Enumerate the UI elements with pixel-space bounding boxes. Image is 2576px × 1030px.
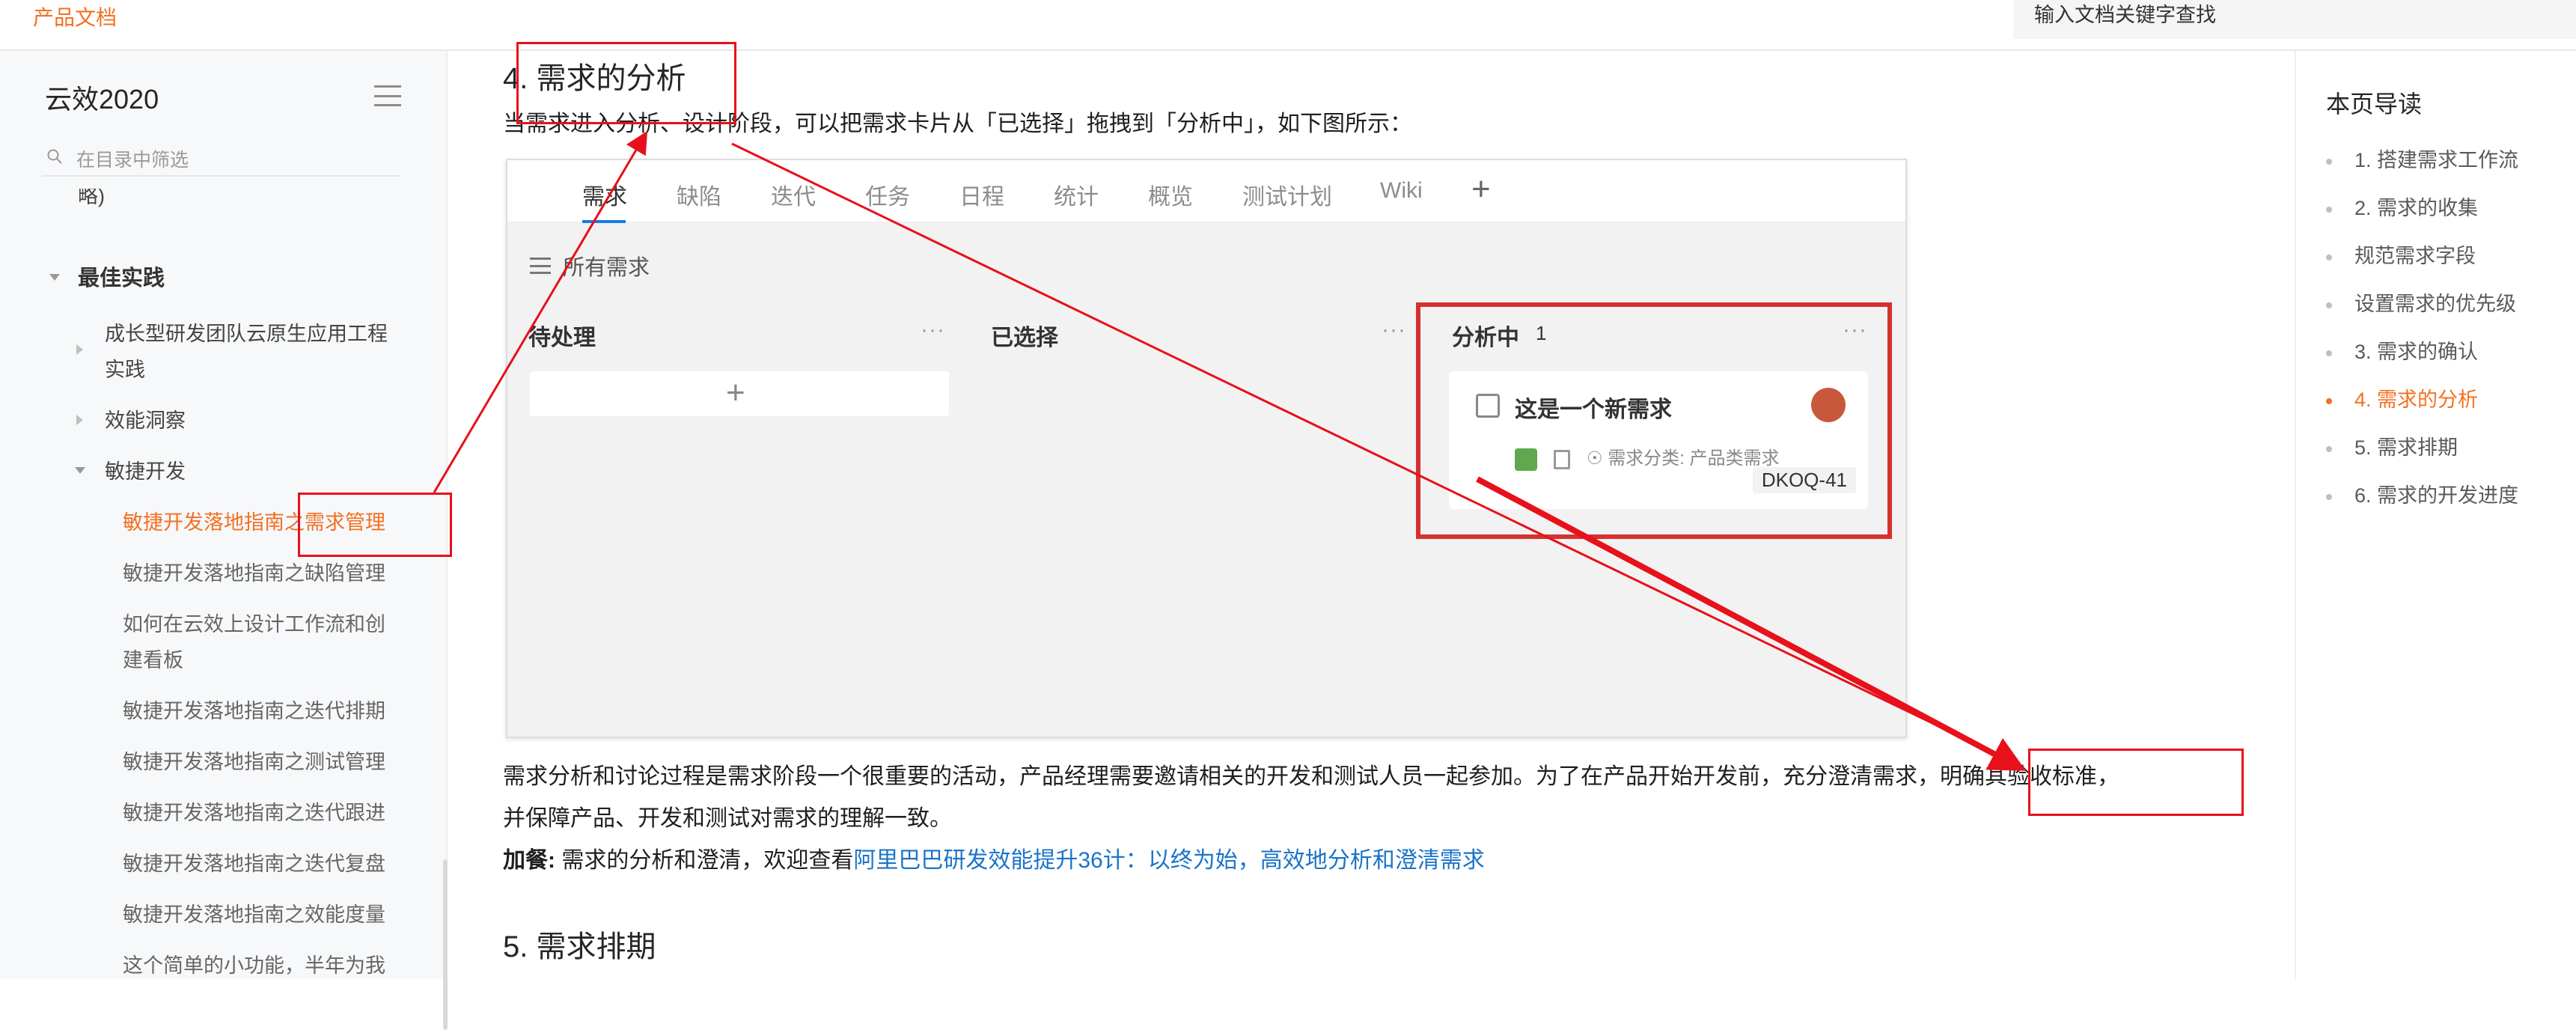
arrow-line-thin (731, 142, 2023, 768)
annotation-arrows (433, 130, 2027, 771)
arrow-to-criteria (1476, 476, 2027, 771)
arrow-sidebar-to-title (433, 130, 648, 493)
